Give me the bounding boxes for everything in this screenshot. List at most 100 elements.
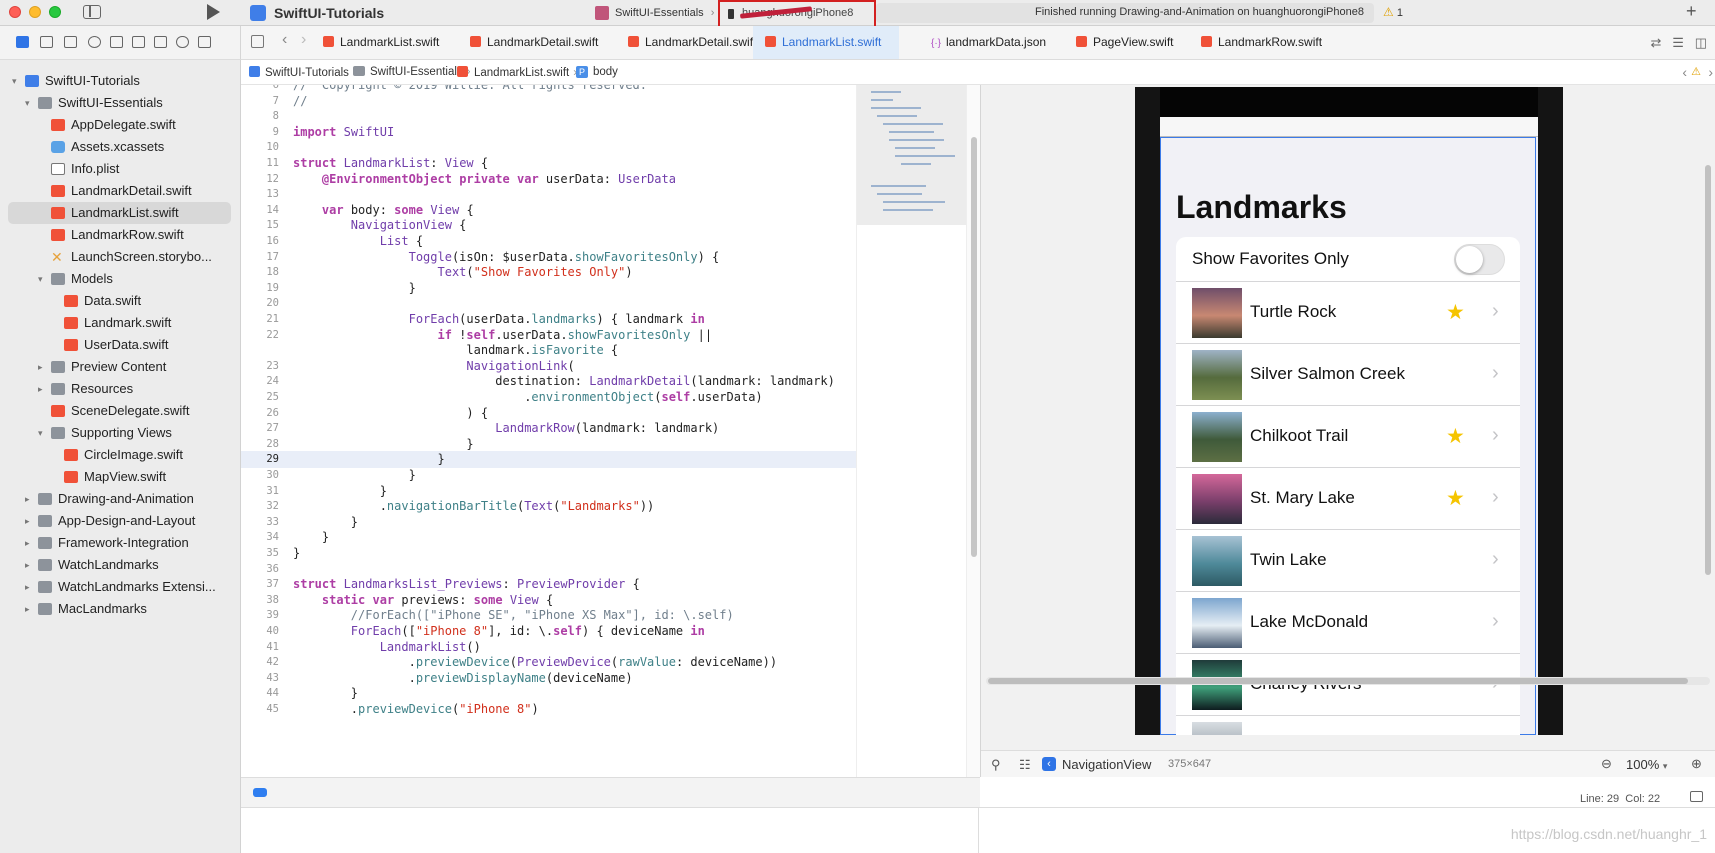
disclosure-open-icon[interactable]: ▾ — [25, 92, 30, 114]
source-editor[interactable]: 6// Copyright © 2019 Willie. All rights … — [241, 85, 856, 777]
code-line[interactable]: 27 LandmarkRow(landmark: landmark) — [241, 420, 856, 437]
code-line[interactable]: 23 NavigationLink( — [241, 358, 856, 375]
code-line[interactable]: 36 — [241, 561, 856, 578]
refresh-icon[interactable]: ⇄ — [1650, 35, 1661, 50]
breadcrumb-symbol[interactable]: Pbody — [576, 66, 618, 78]
code-line[interactable]: landmark.isFavorite { — [241, 342, 856, 359]
warnings-badge[interactable]: ⚠ 1 — [1383, 5, 1403, 19]
add-library-icon[interactable]: + — [1686, 1, 1697, 22]
code-line[interactable]: 11 struct LandmarkList: View { — [241, 155, 856, 172]
code-line[interactable]: 39 //ForEach(["iPhone SE", "iPhone XS Ma… — [241, 607, 856, 624]
code-line[interactable]: 13 — [241, 186, 856, 203]
code-line[interactable]: 19 } — [241, 280, 856, 297]
landmark-row[interactable]: Lake McDonald › — [1176, 591, 1520, 653]
code-line[interactable]: 9 import SwiftUI — [241, 124, 856, 141]
sidebar-item-preview-content[interactable]: ▸ Preview Content — [0, 356, 241, 378]
minimize-window-button[interactable] — [29, 6, 41, 18]
landmark-row[interactable]: Chilkoot Trail ★ › — [1176, 405, 1520, 467]
landmark-row[interactable]: Twin Lake › — [1176, 529, 1520, 591]
code-line[interactable]: 45 .previewDevice("iPhone 8") — [241, 701, 856, 718]
sidebar-item-info-plist[interactable]: Info.plist — [0, 158, 241, 180]
code-line[interactable]: 37 struct LandmarksList_Previews: Preview… — [241, 576, 856, 593]
sidebar-item-watchlandmarks[interactable]: ▸ WatchLandmarks — [0, 554, 241, 576]
code-line[interactable]: 14 var body: some View { — [241, 202, 856, 219]
code-line[interactable]: 22 if !self.userData.showFavoritesOnly |… — [241, 327, 856, 344]
sidebar-toggle-icon[interactable] — [83, 5, 101, 19]
disclosure-open-icon[interactable]: ▾ — [38, 422, 43, 444]
editor-scrollbar-thumb[interactable] — [971, 137, 977, 557]
tab-landmarkdata-json[interactable]: {·} landmarkData.json — [919, 26, 1055, 59]
selected-component-label[interactable]: NavigationView — [1062, 757, 1151, 772]
chevron-right-icon[interactable]: › — [1708, 64, 1713, 80]
sidebar-item-app-design-and-layout[interactable]: ▸ App-Design-and-Layout — [0, 510, 241, 532]
disclosure-closed-icon[interactable]: ▸ — [25, 532, 30, 554]
code-line[interactable]: 35} — [241, 545, 856, 562]
disclosure-closed-icon[interactable]: ▸ — [25, 576, 30, 598]
scheme-selector[interactable]: SwiftUI-Essentials › — [591, 3, 720, 23]
report-navigator-icon[interactable] — [198, 36, 211, 48]
symbol-navigator-icon[interactable] — [64, 36, 77, 48]
sidebar-item-launchscreen-storybo-[interactable]: ✕ LaunchScreen.storybo... — [0, 246, 241, 268]
code-line[interactable]: 16 List { — [241, 233, 856, 250]
code-line[interactable]: 38 static var previews: some View { — [241, 592, 856, 609]
landmark-row[interactable]: Silver Salmon Creek › — [1176, 343, 1520, 405]
issue-navigator-warning-icon[interactable] — [110, 36, 123, 48]
disclosure-open-icon[interactable]: ▾ — [12, 70, 17, 92]
zoom-out-icon[interactable]: ⊖ — [1601, 756, 1612, 772]
landmark-row[interactable]: Turtle Rock ★ › — [1176, 281, 1520, 343]
code-line[interactable]: 42 .previewDevice(PreviewDevice(rawValue… — [241, 654, 856, 671]
code-line[interactable]: 20 — [241, 295, 856, 312]
tab-landmarkdetail-swift[interactable]: LandmarkDetail.swift — [616, 26, 766, 59]
warning-triangle-icon[interactable]: ⚠ — [1691, 65, 1701, 78]
landmark-row[interactable]: St. Mary Lake ★ › — [1176, 467, 1520, 529]
code-line[interactable]: 30 } — [241, 467, 856, 484]
pin-icon[interactable]: ⚲ — [991, 757, 1001, 773]
code-line[interactable]: 41 LandmarkList() — [241, 639, 856, 656]
tab-landmarkdetail-swift[interactable]: LandmarkDetail.swift — [458, 26, 608, 59]
source-control-icon[interactable] — [40, 36, 53, 48]
sidebar-item-swiftui-tutorials[interactable]: ▾ SwiftUI-Tutorials — [0, 70, 241, 92]
sidebar-item-resources[interactable]: ▸ Resources — [0, 378, 241, 400]
zoom-window-button[interactable] — [49, 6, 61, 18]
tab-landmarklist-swift-active[interactable]: LandmarkList.swift — [753, 26, 899, 59]
canvas-horizontal-scrollbar-thumb[interactable] — [988, 678, 1688, 684]
sidebar-item-circleimage-swift[interactable]: CircleImage.swift — [0, 444, 241, 466]
sidebar-item-drawing-and-animation[interactable]: ▸ Drawing-and-Animation — [0, 488, 241, 510]
tab-pageview-swift[interactable]: PageView.swift — [1064, 26, 1179, 59]
disclosure-closed-icon[interactable]: ▸ — [25, 488, 30, 510]
disclosure-closed-icon[interactable]: ▸ — [25, 598, 30, 620]
device-selector[interactable]: huanghuorongiPhone8 — [718, 0, 876, 29]
code-line[interactable]: 44 } — [241, 685, 856, 702]
disclosure-closed-icon[interactable]: ▸ — [25, 554, 30, 576]
code-line[interactable]: 40 ForEach(["iPhone 8"], id: \.self) { d… — [241, 623, 856, 640]
code-line[interactable]: 24 destination: LandmarkDetail(landmark:… — [241, 373, 856, 390]
adjust-icon[interactable]: ☷ — [1019, 757, 1031, 773]
minimap[interactable] — [856, 85, 967, 777]
code-line[interactable]: 25 .environmentObject(self.userData) — [241, 389, 856, 406]
sidebar-item-mapview-swift[interactable]: MapView.swift — [0, 466, 241, 488]
code-line[interactable]: 8 — [241, 108, 856, 125]
sidebar-item-landmarkrow-swift[interactable]: LandmarkRow.swift — [0, 224, 241, 246]
sidebar-item-data-swift[interactable]: Data.swift — [0, 290, 241, 312]
sidebar-item-models[interactable]: ▾ Models — [0, 268, 241, 290]
sidebar-item-landmarklist-swift[interactable]: LandmarkList.swift — [8, 202, 231, 224]
code-line[interactable]: 10 — [241, 139, 856, 156]
forward-chevron-icon[interactable]: › — [301, 31, 306, 49]
code-line[interactable]: 21 ForEach(userData.landmarks) { landmar… — [241, 311, 856, 328]
code-line[interactable]: 32 .navigationBarTitle(Text("Landmarks")… — [241, 498, 856, 515]
editor-scrollbar[interactable] — [966, 85, 980, 777]
landmark-row[interactable]: › — [1176, 715, 1520, 735]
code-line[interactable]: 17 Toggle(isOn: $userData.showFavoritesO… — [241, 249, 856, 266]
code-line[interactable]: 28 } — [241, 436, 856, 453]
sidebar-item-supporting-views[interactable]: ▾ Supporting Views — [0, 422, 241, 444]
canvas-horizontal-scrollbar[interactable] — [986, 677, 1710, 685]
code-line[interactable]: 29 } — [241, 451, 856, 469]
sidebar-item-landmark-swift[interactable]: Landmark.swift — [0, 312, 241, 334]
breadcrumb-project[interactable]: SwiftUI-Tutorials› — [249, 66, 361, 79]
canvas-vertical-scrollbar-thumb[interactable] — [1705, 165, 1711, 575]
sidebar-item-assets-xcassets[interactable]: Assets.xcassets — [0, 136, 241, 158]
adjust-editor-options-icon[interactable]: ☰ — [1672, 35, 1684, 50]
code-line[interactable]: 26 ) { — [241, 405, 856, 422]
sidebar-item-maclandmarks[interactable]: ▸ MacLandmarks — [0, 598, 241, 620]
breakpoint-navigator-icon[interactable] — [176, 36, 189, 48]
